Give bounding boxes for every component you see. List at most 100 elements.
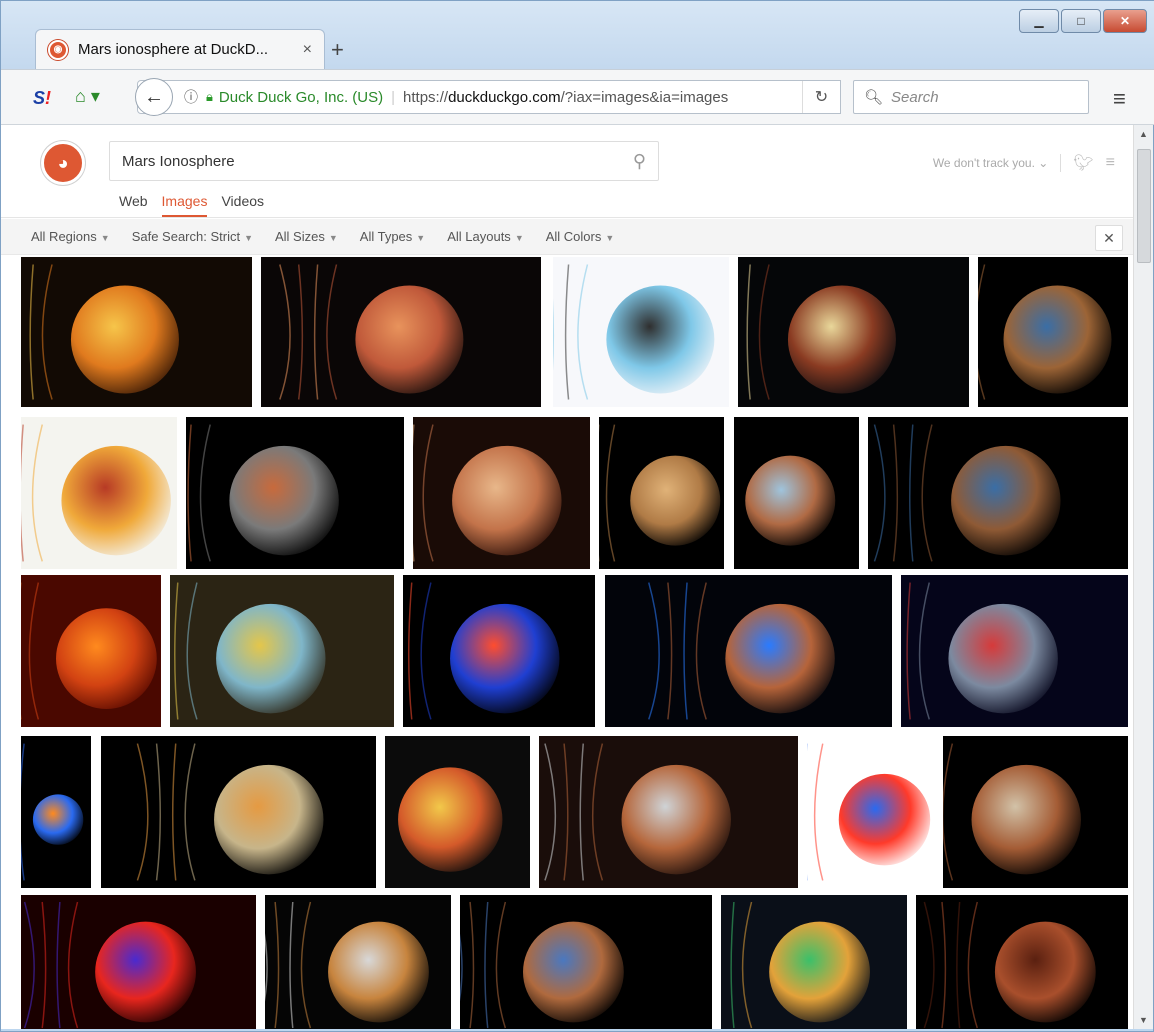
filter-bar: All Regions ▼ Safe Search: Strict ▼ All Si… (1, 219, 1133, 255)
browser-search-input[interactable]: 🔍︎ Search (853, 80, 1089, 114)
minimize-button[interactable]: ▁ (1019, 9, 1059, 33)
tab-title: Mars ionosphere at DuckD... (78, 41, 269, 58)
image-thumbnail (186, 417, 404, 569)
filter-regions[interactable]: All Regions ▼ (31, 229, 110, 244)
image-thumbnail (413, 417, 590, 569)
divider (1060, 154, 1062, 172)
search-query[interactable]: Mars Ionosphere (122, 153, 633, 170)
reload-icon[interactable]: ↻ (802, 81, 840, 113)
ddg-header: ◕ Mars Ionosphere ⚲ Web Images Videos We… (1, 125, 1133, 218)
scroll-thumb[interactable] (1137, 149, 1151, 263)
filter-safe-search[interactable]: Safe Search: Strict ▼ (132, 229, 253, 244)
filter-types[interactable]: All Types ▼ (360, 229, 425, 244)
filter-close-button[interactable]: ✕ (1095, 225, 1123, 251)
image-result-earth-mars-field-lines-1[interactable] (978, 257, 1128, 407)
image-thumbnail (21, 257, 252, 407)
magnifier-icon[interactable]: ⚲ (633, 151, 646, 172)
image-result-corona-solar-wind-diagram[interactable] (170, 575, 394, 727)
image-result-magnetosphere-of-mars[interactable] (413, 417, 590, 569)
header-right: We don't track you. ⌄ 🐦︎ ≡ (933, 153, 1115, 173)
search-type-tabs: Web Images Videos (119, 193, 264, 217)
twitter-icon[interactable]: 🐦︎ (1073, 153, 1093, 173)
image-thumbnail (21, 736, 91, 888)
image-thumbnail (943, 736, 1128, 888)
info-icon[interactable]: ⓘ (184, 87, 198, 107)
image-thumbnail (901, 575, 1128, 727)
image-thumbnail (403, 575, 595, 727)
image-thumbnail (916, 895, 1128, 1029)
duckduckgo-logo[interactable]: ◕ (41, 141, 85, 185)
image-result-maven-over-mars-3[interactable] (265, 895, 451, 1029)
image-thumbnail (460, 895, 712, 1029)
image-result-solar-flare-ionosphere[interactable] (21, 895, 256, 1029)
image-thumbnail (21, 417, 177, 569)
image-result-ionospheric-escape-diagram[interactable] (553, 257, 729, 407)
filter-sizes[interactable]: All Sizes ▼ (275, 229, 338, 244)
image-result-earth-mars-field-lines-2[interactable] (868, 417, 1128, 569)
image-result-plasma-sheet-diagram[interactable] (21, 417, 177, 569)
image-result-mars-ion-escape-sim-2[interactable] (605, 575, 892, 727)
filter-colors[interactable]: All Colors ▼ (546, 229, 615, 244)
browser-tab[interactable]: ◉ Mars ionosphere at DuckD... × (35, 29, 325, 69)
lock-icon[interactable]: 🔒︎ (206, 89, 213, 105)
tab-close-icon[interactable]: × (303, 41, 312, 59)
maximize-button[interactable]: □ (1061, 9, 1101, 33)
image-result-spacecraft-over-mars-1[interactable] (261, 257, 541, 407)
url-bar[interactable]: ⓘ 🔒︎ Duck Duck Go, Inc. (US) | https://d… (137, 80, 841, 114)
image-result-mars-sim-panels[interactable] (21, 736, 91, 888)
scroll-up-arrow[interactable]: ▲ (1139, 129, 1148, 139)
image-result-solar-system-mars-tail[interactable] (186, 417, 404, 569)
filter-layouts[interactable]: All Layouts ▼ (447, 229, 524, 244)
image-thumbnail (170, 575, 394, 727)
scroll-down-arrow[interactable]: ▼ (1139, 1015, 1148, 1025)
ddg-search-input[interactable]: Mars Ionosphere ⚲ (109, 141, 659, 181)
window-controls: ▁ □ ✕ (1019, 9, 1147, 33)
home-extension-icon[interactable]: ⌂ ▾ (75, 86, 100, 107)
site-identity[interactable]: Duck Duck Go, Inc. (US) (219, 89, 383, 106)
image-thumbnail (605, 575, 892, 727)
image-result-mars-magnetopause-diagram[interactable] (721, 895, 907, 1029)
image-thumbnail (265, 895, 451, 1029)
duckduckgo-favicon: ◉ (48, 39, 68, 60)
tracking-notice[interactable]: We don't track you. ⌄ (933, 156, 1049, 170)
image-result-energization-outflow-diagram[interactable] (901, 575, 1128, 727)
image-result-inside-planet-mars[interactable] (385, 736, 530, 888)
image-result-maven-spacecraft-orbit[interactable] (738, 257, 969, 407)
ddg-menu-icon[interactable]: ≡ (1106, 154, 1115, 172)
image-result-mars-ion-escape-sim-1[interactable] (403, 575, 595, 727)
image-thumbnail (721, 895, 907, 1029)
image-thumbnail (868, 417, 1128, 569)
image-thumbnail (807, 736, 934, 888)
vertical-scrollbar[interactable]: ▲ ▼ (1133, 125, 1153, 1029)
image-result-mars-horizon[interactable] (460, 895, 712, 1029)
image-thumbnail (978, 257, 1128, 407)
hamburger-menu-icon[interactable]: ≡ (1113, 86, 1126, 112)
close-window-button[interactable]: ✕ (1103, 9, 1147, 33)
back-button[interactable]: ← (135, 78, 173, 116)
image-thumbnail (553, 257, 729, 407)
image-result-mars-surface-limb[interactable] (916, 895, 1128, 1029)
image-result-sun-surface[interactable] (21, 575, 161, 727)
image-result-mars-globe-polar-cap[interactable] (734, 417, 859, 569)
image-result-maven-over-mars-2[interactable] (539, 736, 798, 888)
url-separator: | (391, 88, 396, 106)
page-content: ◕ Mars Ionosphere ⚲ Web Images Videos We… (1, 125, 1133, 1029)
tab-web[interactable]: Web (119, 193, 148, 217)
image-result-maven-spacecraft-large[interactable] (101, 736, 376, 888)
image-result-solar-wind-mars-diagram[interactable] (21, 257, 252, 407)
search-placeholder: Search (891, 88, 939, 106)
image-thumbnail (261, 257, 541, 407)
url-text[interactable]: https://duckduckgo.com/?iax=images&ia=im… (403, 89, 728, 106)
search-icon: 🔍︎ (864, 89, 884, 106)
image-result-spacecraft-mars-closeup[interactable] (599, 417, 724, 569)
browser-window: ◉ Mars ionosphere at DuckD... × + ▁ □ ✕ … (0, 0, 1154, 1032)
image-thumbnail (738, 257, 969, 407)
tab-videos[interactable]: Videos (221, 193, 264, 217)
new-tab-button[interactable]: + (331, 37, 344, 63)
image-result-o2-plus-density-plot[interactable] (807, 736, 934, 888)
image-thumbnail (21, 895, 256, 1029)
tab-images[interactable]: Images (161, 193, 208, 217)
image-result-mars-limb-orbits[interactable] (943, 736, 1128, 888)
image-thumbnail (385, 736, 530, 888)
extension-s-icon[interactable]: S! (33, 88, 51, 109)
